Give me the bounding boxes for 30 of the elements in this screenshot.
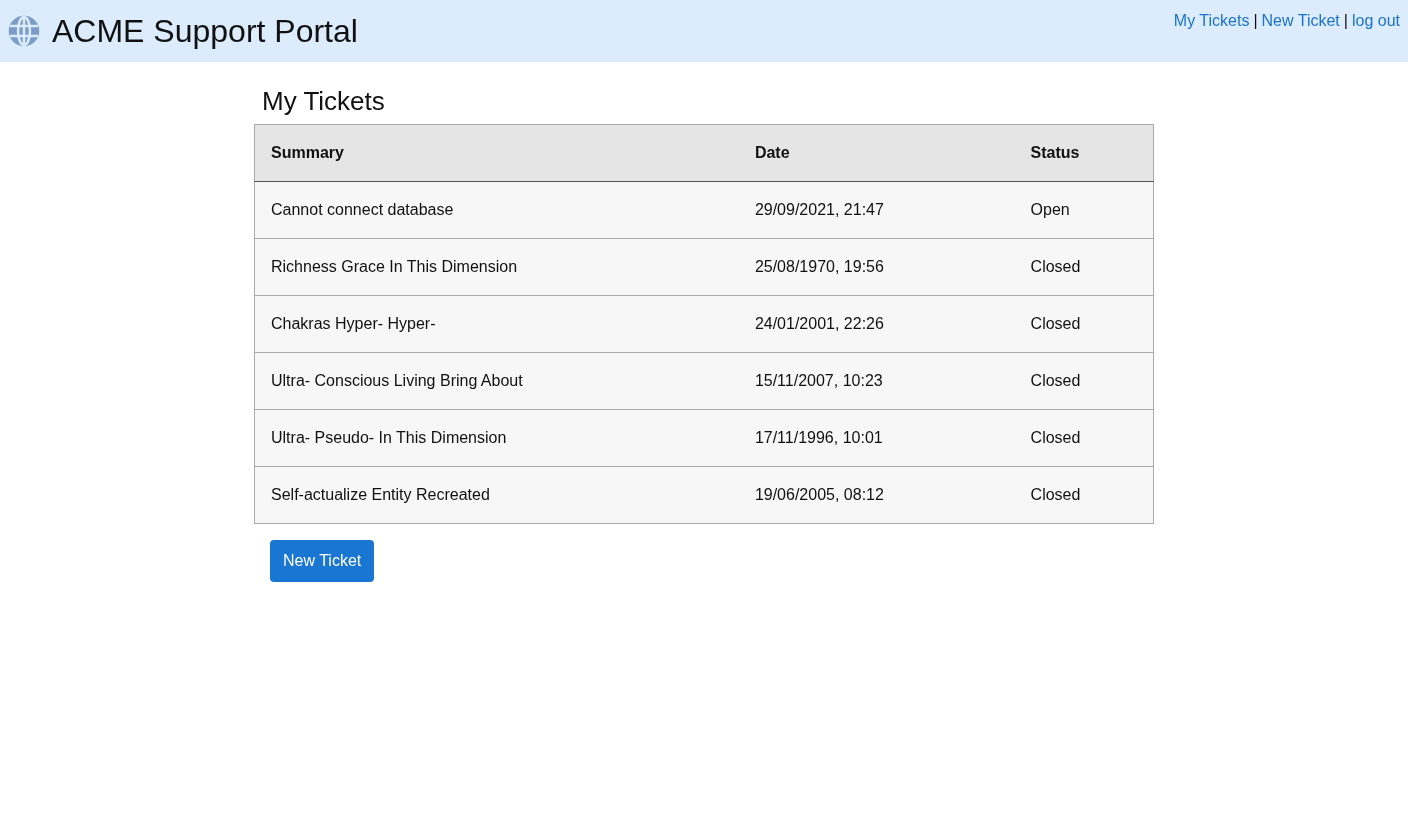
nav-separator: |: [1253, 11, 1258, 31]
table-cell: Chakras Hyper- Hyper-: [254, 295, 739, 353]
column-header: Status: [1014, 124, 1154, 182]
globe-icon: [8, 15, 40, 47]
table-cell: Closed: [1014, 409, 1154, 467]
new-ticket-button[interactable]: New Ticket: [270, 540, 375, 582]
nav-link[interactable]: My Tickets: [1173, 9, 1250, 33]
table-cell: Ultra- Pseudo- In This Dimension: [254, 409, 739, 467]
column-header: Summary: [254, 124, 739, 182]
table-cell: 24/01/2001, 22:26: [738, 295, 1015, 353]
nav-link[interactable]: New Ticket: [1261, 9, 1340, 33]
table-cell: Self-actualize Entity Recreated: [254, 466, 739, 524]
table-cell: Richness Grace In This Dimension: [254, 238, 739, 296]
table-cell: Ultra- Conscious Living Bring About: [254, 352, 739, 410]
table-cell: 19/06/2005, 08:12: [738, 466, 1015, 524]
table-cell: Closed: [1014, 295, 1154, 353]
table-cell: 25/08/1970, 19:56: [738, 238, 1015, 296]
table-cell: Cannot connect database: [254, 181, 739, 239]
nav-link[interactable]: log out: [1351, 9, 1400, 33]
table-cell: Closed: [1014, 238, 1154, 296]
table-cell: Closed: [1014, 352, 1154, 410]
table-cell: Closed: [1014, 466, 1154, 524]
page-title: My Tickets: [262, 85, 386, 117]
table-cell: 17/11/1996, 10:01: [738, 409, 1015, 467]
table-cell: 29/09/2021, 21:47: [738, 181, 1015, 239]
column-header: Date: [738, 124, 1015, 182]
site-title: ACME Support Portal: [52, 15, 358, 47]
nav-separator: |: [1343, 11, 1348, 31]
table-cell: Open: [1014, 181, 1154, 239]
table-cell: 15/11/2007, 10:23: [738, 352, 1015, 410]
